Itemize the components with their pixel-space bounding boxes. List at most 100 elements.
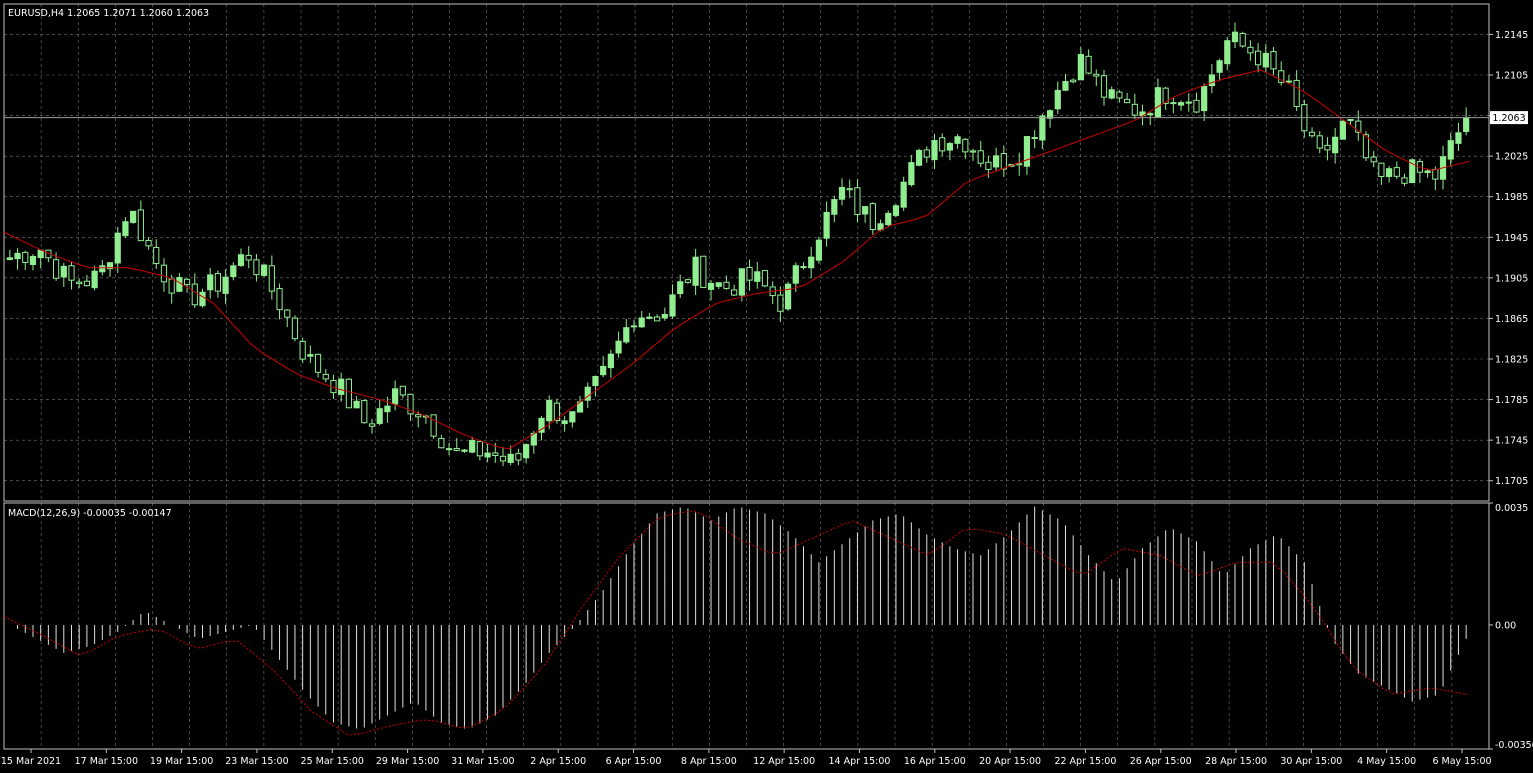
candle-down	[268, 265, 275, 292]
candle-down	[1293, 79, 1300, 108]
candle-up	[1216, 60, 1223, 73]
time-axis-label: 25 Mar 15:00	[301, 756, 364, 767]
candle-down	[430, 414, 437, 437]
candle-down	[630, 325, 638, 328]
candle-down	[985, 161, 992, 170]
trading-chart[interactable]: 1.21451.21051.20651.20251.19851.19451.19…	[0, 0, 1533, 769]
candle-up	[122, 221, 129, 237]
candle-up	[1108, 89, 1115, 99]
candle-up	[484, 452, 491, 458]
candle-up	[546, 399, 553, 422]
candle-down	[68, 265, 75, 281]
candle-up	[1062, 81, 1069, 91]
candle-up	[1332, 136, 1339, 154]
candle-down	[492, 452, 499, 456]
candle-down	[1432, 169, 1439, 180]
candle-up	[207, 274, 214, 291]
candle-down	[291, 317, 299, 340]
candle-down	[684, 279, 692, 283]
candle-down	[276, 288, 283, 311]
candle-up	[954, 136, 961, 144]
macd-axis-label: -0.00356	[1495, 740, 1533, 751]
candle-up	[715, 282, 722, 287]
current-price-tag: 1.2063	[1490, 111, 1528, 125]
candle-up	[931, 140, 938, 161]
candle-up	[615, 340, 622, 354]
candle-up	[445, 448, 453, 451]
time-axis-label: 22 Apr 15:00	[1054, 756, 1116, 767]
candle-down	[345, 378, 352, 409]
candle-up	[1201, 85, 1208, 112]
price-axis-label: 1.1745	[1495, 436, 1528, 447]
candle-up	[1077, 54, 1084, 81]
candle-down	[137, 209, 144, 242]
candle-up	[677, 281, 684, 295]
candle-up	[892, 205, 900, 216]
candle-up	[569, 411, 576, 423]
candle-up	[600, 365, 607, 376]
candle-up	[237, 254, 245, 266]
candle-up	[692, 256, 699, 286]
candle-down	[700, 255, 707, 288]
candle-down	[361, 400, 368, 424]
candle-up	[1455, 132, 1462, 144]
price-axis-label: 1.2105	[1495, 71, 1528, 82]
candle-up	[1154, 87, 1162, 118]
candle-down	[191, 283, 198, 306]
time-axis-label: 19 Mar 15:00	[150, 756, 213, 767]
candle-down	[245, 254, 252, 261]
candle-down	[1378, 162, 1385, 177]
candle-down	[1147, 113, 1154, 116]
candle-up	[993, 155, 1000, 168]
candle-down	[438, 437, 445, 449]
candle-down	[368, 423, 376, 427]
candle-up	[1231, 31, 1239, 43]
candle-down	[499, 455, 507, 462]
price-axis-label: 1.1865	[1495, 314, 1528, 325]
candle-up	[1262, 52, 1269, 68]
time-axis-label: 20 Apr 15:00	[979, 756, 1041, 767]
candle-down	[160, 264, 168, 283]
candle-down	[1316, 135, 1323, 149]
candle-up	[261, 264, 268, 276]
candle-up	[661, 313, 668, 319]
candle-up	[1339, 120, 1346, 140]
candle-up	[1185, 101, 1192, 104]
candle-up	[646, 316, 653, 319]
candle-up	[469, 440, 476, 453]
candle-down	[145, 239, 152, 247]
time-axis-label: 12 Apr 15:00	[753, 756, 815, 767]
macd-info-label: MACD(12,26,9) -0.00035 -0.00147	[8, 508, 172, 519]
candle-up	[808, 256, 815, 269]
candle-up	[1031, 137, 1038, 140]
candle-up	[815, 239, 823, 261]
candle-down	[1347, 119, 1354, 122]
main-info-label: EURUSD,H4 1.2065 1.2071 1.2060 1.2063	[8, 8, 209, 19]
candle-down	[761, 270, 769, 287]
price-axis-label: 1.2145	[1495, 30, 1528, 41]
candle-up	[114, 232, 121, 264]
candle-down	[1000, 153, 1007, 170]
candle-up	[1177, 102, 1185, 106]
current-price-tag-text: 1.2063	[1492, 113, 1525, 124]
candle-down	[1193, 99, 1200, 113]
candle-down	[1285, 80, 1293, 83]
candle-down	[22, 251, 29, 263]
chart-canvas[interactable]: 1.21451.21051.20651.20251.19851.19451.19…	[0, 0, 1533, 769]
candle-down	[1124, 98, 1131, 104]
candle-up	[738, 268, 745, 296]
candle-down	[1131, 103, 1138, 116]
candle-down	[153, 246, 160, 265]
candle-up	[908, 162, 915, 186]
candle-up	[222, 276, 229, 294]
candle-down	[1239, 32, 1246, 47]
candle-down	[1100, 75, 1108, 98]
candle-up	[862, 206, 869, 215]
candle-up	[392, 388, 399, 405]
candle-up	[130, 210, 137, 223]
candle-up	[1385, 168, 1393, 177]
candle-up	[230, 265, 237, 278]
candle-up	[176, 277, 183, 292]
time-axis-label: 31 Mar 15:00	[451, 756, 514, 767]
candle-down	[923, 149, 930, 158]
